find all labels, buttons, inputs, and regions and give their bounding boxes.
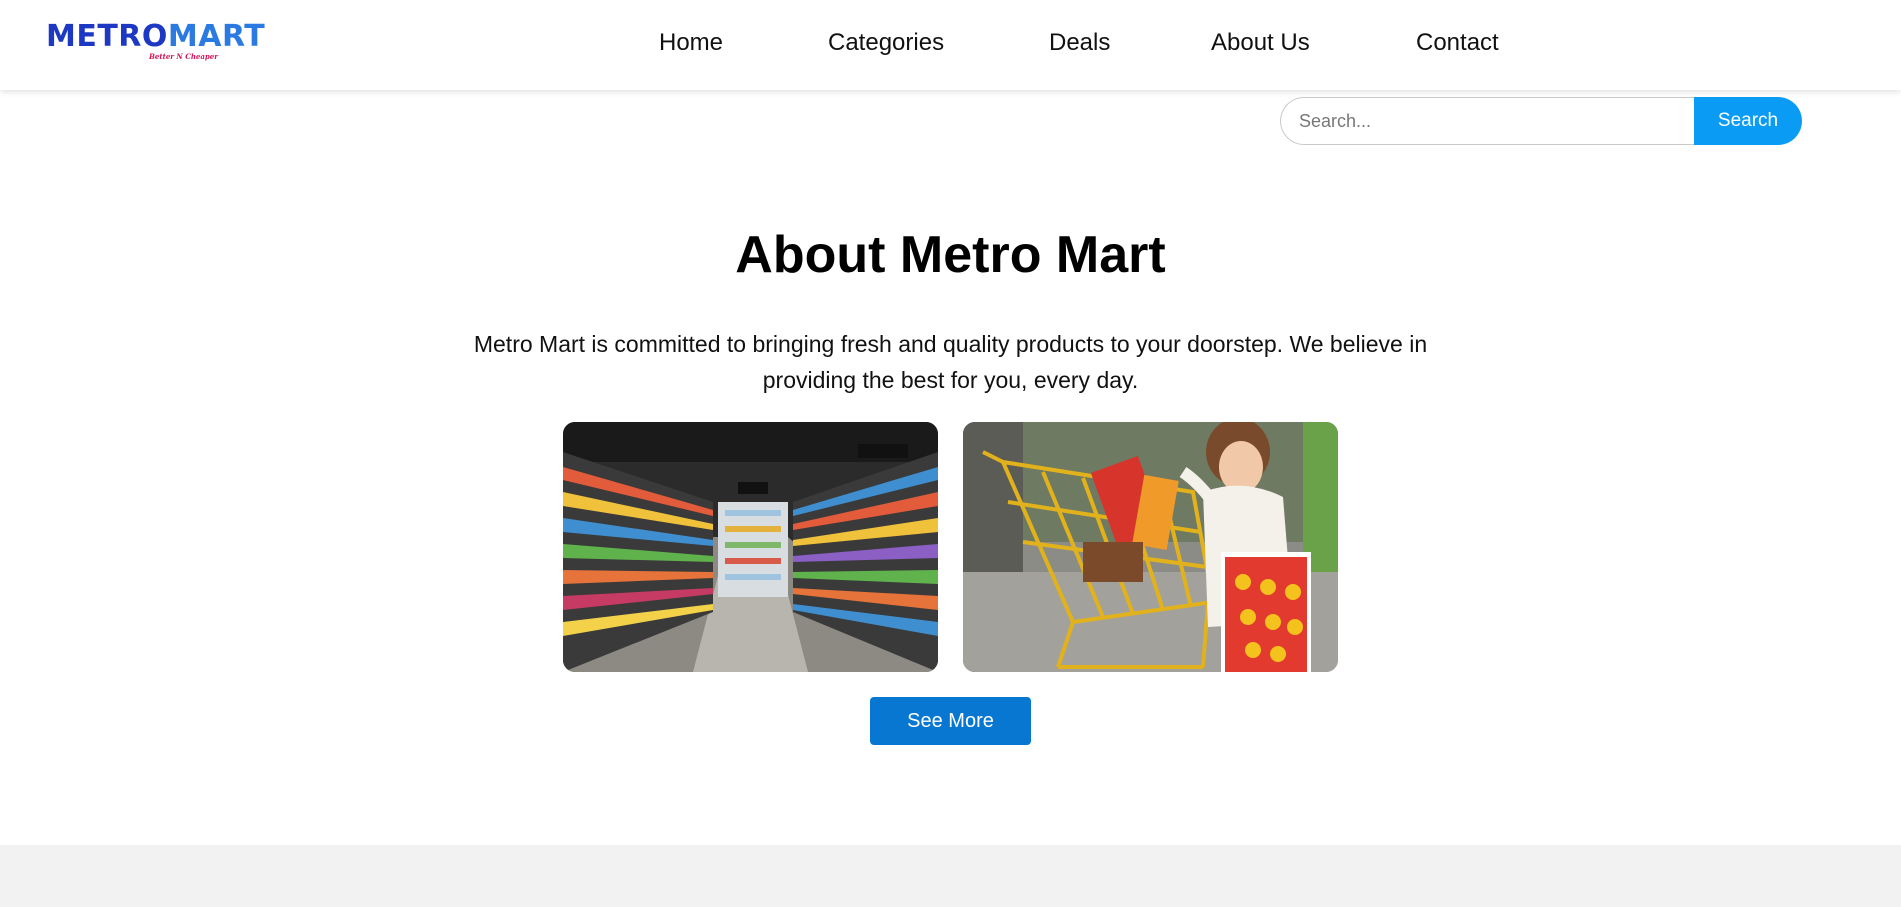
nav-link-deals[interactable]: Deals	[1049, 28, 1110, 58]
footer-band	[0, 845, 1901, 907]
about-title: About Metro Mart	[735, 226, 1166, 284]
see-more-button[interactable]: See More	[870, 697, 1031, 745]
child-shopping-cart-illustration	[963, 422, 1338, 672]
supermarket-aisle-illustration	[563, 422, 938, 672]
nav-link-home[interactable]: Home	[659, 28, 723, 58]
main-nav: Home Categories Deals About Us Contact	[0, 28, 1901, 62]
search-input[interactable]	[1280, 97, 1694, 145]
search-bar: Search	[1280, 97, 1802, 145]
supermarket-aisle-photo	[563, 422, 938, 672]
nav-link-categories[interactable]: Categories	[828, 28, 944, 58]
nav-link-about-us[interactable]: About Us	[1211, 28, 1310, 58]
nav-link-contact[interactable]: Contact	[1416, 28, 1499, 58]
about-description: Metro Mart is committed to bringing fres…	[473, 331, 1428, 393]
about-photo-gallery	[563, 422, 1339, 672]
child-with-shopping-cart-photo	[963, 422, 1338, 672]
search-button[interactable]: Search	[1694, 97, 1802, 145]
about-section: About Metro Mart Metro Mart is committed…	[0, 220, 1901, 398]
site-header: METROMART Better N Cheaper Home Categori…	[0, 0, 1901, 90]
